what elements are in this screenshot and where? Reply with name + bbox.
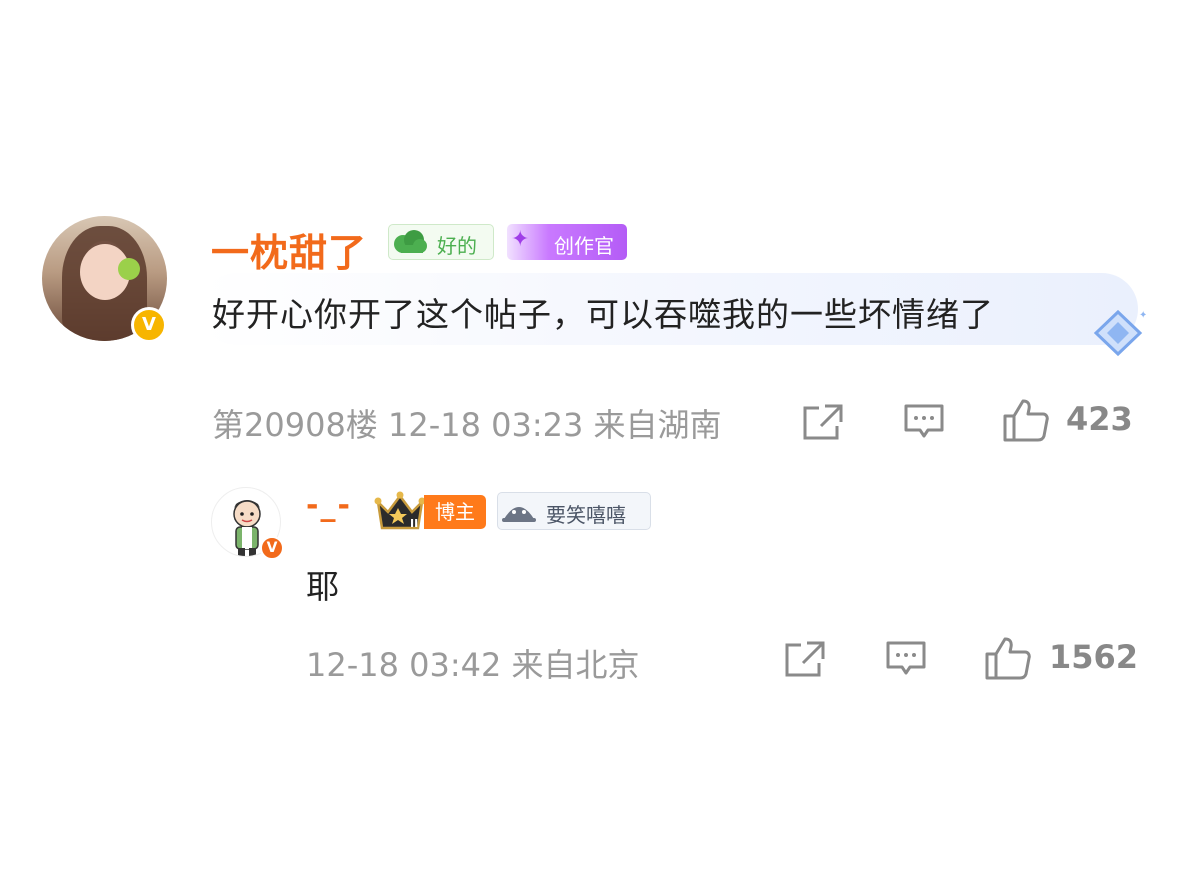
diamond-decoration-icon: ✦	[1093, 309, 1146, 357]
crown-level: II	[410, 517, 418, 530]
creator-icon: ✦	[511, 227, 530, 252]
crown-icon: II	[374, 491, 426, 530]
replier-username[interactable]: -_-	[306, 488, 352, 523]
commenter-username[interactable]: 一枕甜了	[211, 222, 367, 277]
comment-icon[interactable]	[904, 404, 944, 440]
smile-badge-icon	[502, 507, 536, 522]
reply-text: 耶	[306, 567, 339, 606]
comment-icon[interactable]	[886, 641, 926, 677]
comment-text: 好开心你开了这个帖子，可以吞噬我的一些坏情绪了	[212, 295, 994, 334]
badge-creator[interactable]: ✦ 创作官	[507, 224, 627, 260]
badge-good-label: 好的	[437, 234, 477, 258]
share-icon[interactable]	[803, 404, 843, 440]
verified-badge-icon: V	[131, 307, 167, 343]
like-count: 423	[1066, 400, 1133, 438]
like-icon[interactable]	[985, 636, 1031, 680]
badge-host[interactable]: 博主	[424, 495, 486, 529]
svg-text:✦: ✦	[1139, 310, 1146, 321]
share-icon[interactable]	[785, 641, 825, 677]
reply-meta: 12-18 03:42 来自北京	[306, 646, 640, 684]
verified-badge-icon: V	[260, 536, 284, 560]
badge-smile[interactable]: 要笑嘻嘻	[497, 492, 651, 530]
like-icon[interactable]	[1003, 398, 1049, 442]
badge-good[interactable]: 好的	[388, 224, 494, 260]
badge-creator-label: 创作官	[554, 234, 614, 258]
like-count: 1562	[1049, 638, 1139, 676]
cloud-icon	[394, 230, 427, 253]
badge-smile-label: 要笑嘻嘻	[546, 503, 626, 527]
comment-meta: 第20908楼 12-18 03:23 来自湖南	[212, 406, 722, 444]
